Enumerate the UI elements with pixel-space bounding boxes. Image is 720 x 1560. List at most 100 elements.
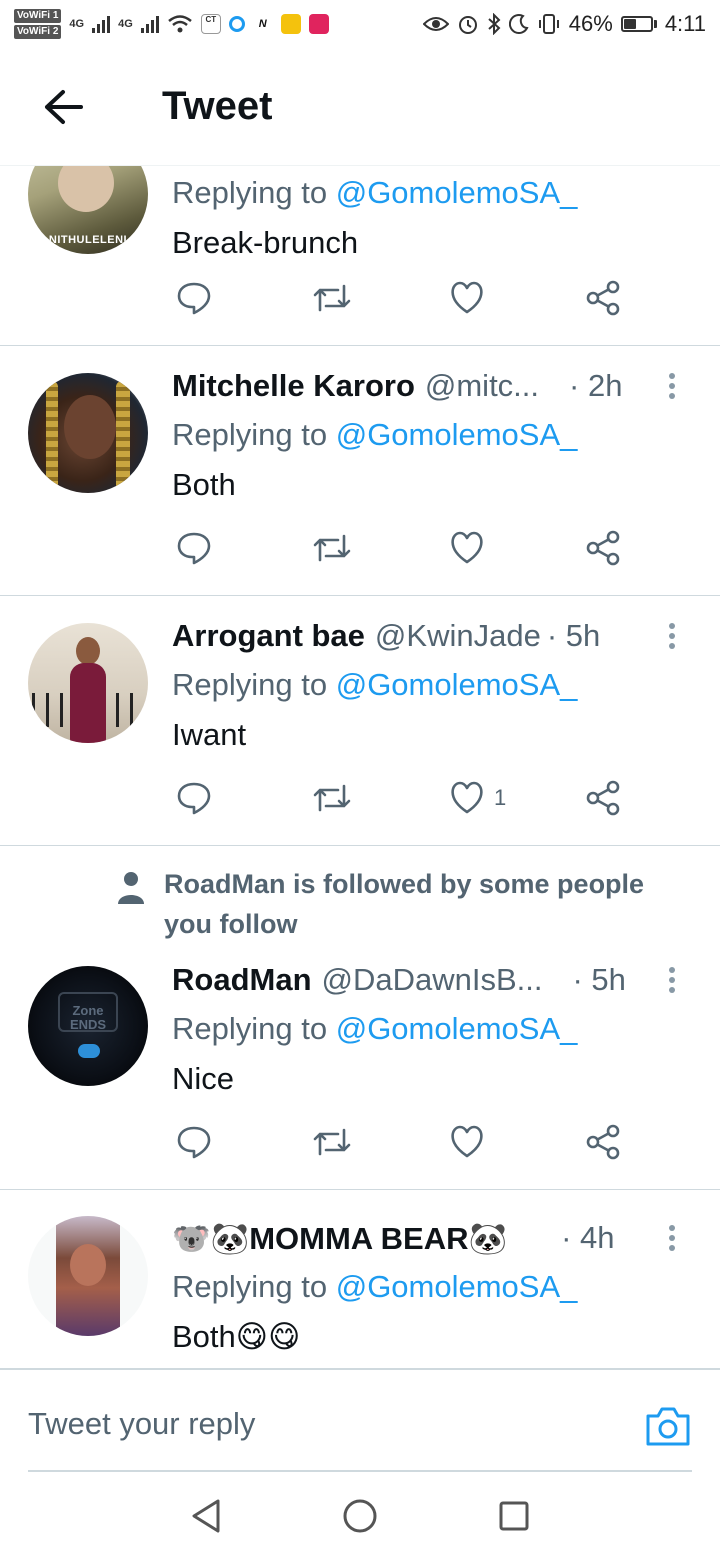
like-button[interactable] [448, 1124, 494, 1160]
avatar-face [58, 166, 114, 212]
retweet-icon [313, 284, 351, 312]
alarm-icon [458, 16, 477, 34]
back-button[interactable] [28, 72, 98, 142]
retweet-button[interactable] [312, 780, 352, 816]
display-name[interactable]: 🐨🐼MOMMA BEAR🐼 [172, 1220, 507, 1257]
like-button[interactable] [448, 530, 494, 566]
reply-button[interactable] [176, 280, 212, 316]
battery-percent: 46% [568, 11, 613, 36]
replying-prefix: Replying to [172, 1011, 336, 1046]
avatar[interactable]: Zone ENDS [28, 966, 148, 1086]
like-count: 1 [494, 785, 507, 810]
user-handle[interactable]: @mitc... [425, 368, 539, 404]
avatar[interactable]: NITHULELENI [28, 166, 148, 254]
nav-back-button[interactable] [184, 1494, 228, 1538]
nav-recents-button[interactable] [492, 1494, 536, 1538]
reply-button[interactable] [176, 780, 212, 816]
tweet-header: 🐨🐼MOMMA BEAR🐼 · 4h [172, 1214, 692, 1262]
social-context-text: RoadMan is followed by some people you f… [164, 869, 645, 939]
nav-home-button[interactable] [338, 1494, 382, 1538]
more-vertical-icon [669, 1225, 675, 1251]
reply-tweet-2[interactable]: Mitchelle Karoro @mitc... · 2h Replying … [0, 346, 720, 596]
back-triangle-icon [192, 1499, 220, 1533]
user-handle[interactable]: @DaDawnIsB... [322, 962, 543, 998]
share-button[interactable] [584, 280, 622, 316]
bluetooth-icon [488, 13, 501, 35]
retweet-button[interactable] [312, 530, 352, 566]
vowifi-badge-1: VoWiFi 1 [14, 9, 62, 23]
like-button[interactable] [448, 280, 494, 316]
more-options-button[interactable] [652, 956, 692, 1004]
more-options-button[interactable] [652, 612, 692, 660]
replies-feed[interactable]: NITHULELENI Replying to @GomolemoSA_ Bre… [0, 166, 720, 1368]
tweet-text: Break-brunch [172, 225, 359, 260]
share-button[interactable] [584, 780, 622, 816]
tweet-actions: 1 [172, 773, 622, 823]
tweet-time[interactable]: · 4h [561, 1220, 614, 1256]
signal-label-1: 4G [69, 18, 85, 30]
mention-link[interactable]: @GomolemoSA_ [336, 1011, 578, 1046]
social-context: RoadMan is followed by some people you f… [116, 864, 684, 944]
display-name[interactable]: Mitchelle Karoro [172, 368, 415, 404]
reply-icon [177, 782, 211, 815]
avatar-label: NITHULELENI [48, 234, 128, 246]
system-nav-bar [0, 1472, 720, 1560]
heart-icon [451, 531, 483, 564]
replying-to: Replying to @GomolemoSA_ [172, 660, 692, 710]
tweet-content: Arrogant bae @KwinJade · 5h Replying to … [172, 612, 692, 760]
reply-button[interactable] [176, 530, 212, 566]
user-handle[interactable]: @KwinJade [375, 618, 541, 654]
reply-input[interactable]: Tweet your reply [28, 1406, 255, 1442]
avatar-label: Zone ENDS [69, 1003, 107, 1032]
tweet-time[interactable]: · 5h [547, 618, 600, 654]
mention-link[interactable]: @GomolemoSA_ [336, 175, 578, 210]
camera-button[interactable] [644, 1404, 692, 1452]
reply-button[interactable] [176, 1124, 212, 1160]
tweet-content: Replying to @GomolemoSA_ Break-brunch [172, 168, 692, 268]
camera-app-icon [280, 14, 301, 34]
vibrate-icon [538, 14, 559, 34]
avatar-dress [70, 663, 106, 743]
more-options-button[interactable] [652, 1214, 692, 1262]
more-vertical-icon [669, 373, 675, 399]
retweet-icon [313, 784, 351, 812]
replying-prefix: Replying to [172, 175, 336, 210]
red-app-icon [308, 14, 329, 34]
mention-link[interactable]: @GomolemoSA_ [336, 417, 578, 452]
reply-composer: Tweet your reply [0, 1368, 720, 1472]
display-name[interactable]: Arrogant bae [172, 618, 365, 654]
share-button[interactable] [584, 530, 622, 566]
heart-icon [451, 1125, 483, 1158]
replying-to: Replying to @GomolemoSA_ [172, 1004, 692, 1054]
avatar[interactable] [28, 373, 148, 493]
eye-icon [422, 17, 449, 31]
tweet-content: 🐨🐼MOMMA BEAR🐼 · 4h Replying to @Gomolemo… [172, 1214, 692, 1362]
avatar-light [78, 1044, 100, 1058]
mention-link[interactable]: @GomolemoSA_ [336, 1269, 578, 1304]
avatar[interactable] [28, 1216, 148, 1336]
more-options-button[interactable] [652, 362, 692, 410]
reply-tweet-1[interactable]: NITHULELENI Replying to @GomolemoSA_ Bre… [0, 166, 720, 346]
retweet-icon [313, 1128, 351, 1156]
reply-tweet-5[interactable]: 🐨🐼MOMMA BEAR🐼 · 4h Replying to @Gomolemo… [0, 1190, 720, 1368]
replying-prefix: Replying to [172, 417, 336, 452]
tweet-time[interactable]: · 5h [572, 962, 625, 998]
reply-tweet-3[interactable]: Arrogant bae @KwinJade · 5h Replying to … [0, 596, 720, 846]
signal-bars-1-icon [92, 15, 111, 33]
display-name[interactable]: RoadMan [172, 962, 312, 998]
mention-link[interactable]: @GomolemoSA_ [336, 667, 578, 702]
retweet-button[interactable] [312, 1124, 352, 1160]
page-title: Tweet [162, 84, 273, 128]
avatar[interactable] [28, 623, 148, 743]
share-button[interactable] [584, 1124, 622, 1160]
more-vertical-icon [669, 623, 675, 649]
like-button[interactable]: 1 [448, 780, 506, 816]
replying-to: Replying to @GomolemoSA_ [172, 168, 692, 218]
retweet-button[interactable] [312, 280, 352, 316]
reply-icon [177, 1126, 211, 1159]
avatar-face [64, 395, 116, 459]
tweet-header: RoadMan @DaDawnIsB... · 5h [172, 956, 692, 1004]
tweet-time[interactable]: · 2h [569, 368, 622, 404]
retweet-icon [313, 534, 351, 562]
reply-tweet-4[interactable]: RoadMan is followed by some people you f… [0, 846, 720, 1190]
